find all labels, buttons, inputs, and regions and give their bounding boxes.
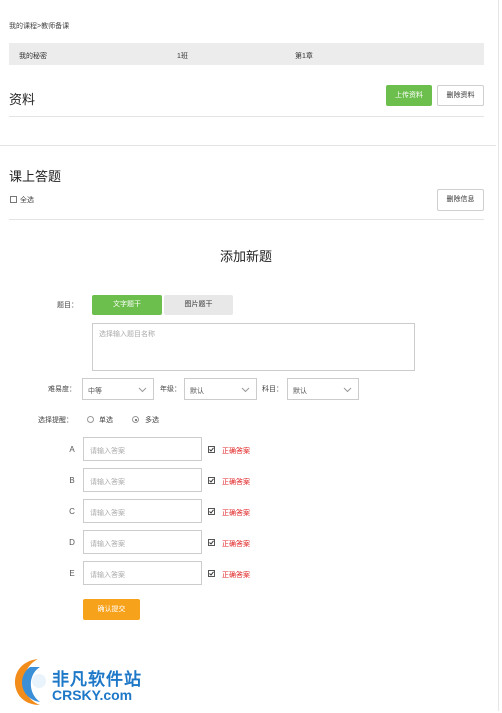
- check-icon: [209, 509, 214, 514]
- answer-placeholder: 请输入答案: [90, 572, 125, 579]
- selection-label: 选择提醒：: [38, 417, 73, 424]
- breadcrumb[interactable]: 我的课程>教师备课: [9, 21, 69, 31]
- grade-select[interactable]: 默认: [184, 378, 257, 400]
- question-label: 题目：: [57, 302, 78, 309]
- check-icon: [209, 540, 214, 545]
- subject-label: 科目：: [262, 386, 283, 393]
- info-chapter: 第1章: [295, 53, 313, 60]
- correct-checkbox-a[interactable]: [208, 446, 215, 453]
- delete-materials-button[interactable]: 删除资料: [437, 85, 484, 106]
- check-icon: [209, 478, 214, 483]
- option-letter: C: [69, 507, 75, 516]
- materials-title: 资料: [9, 92, 36, 107]
- submit-button[interactable]: 确认提交: [83, 599, 140, 620]
- correct-answer-label: 正确答案: [222, 510, 250, 517]
- tab-text-stem[interactable]: 文字题干: [92, 295, 162, 315]
- quiz-title: 课上答题: [9, 169, 62, 184]
- section-separator: [0, 145, 496, 146]
- info-class: 1班: [177, 53, 188, 60]
- divider: [9, 219, 484, 220]
- answer-placeholder: 请输入答案: [90, 510, 125, 517]
- chevron-down-icon: [343, 387, 352, 393]
- answer-input-e[interactable]: 请输入答案: [83, 561, 202, 585]
- correct-checkbox-d[interactable]: [208, 539, 215, 546]
- select-all-checkbox[interactable]: [10, 196, 17, 203]
- difficulty-select[interactable]: 中等: [82, 378, 154, 400]
- upload-materials-button[interactable]: 上传资料: [386, 85, 432, 106]
- scrollbar-track[interactable]: [498, 0, 499, 711]
- select-all-label: 全选: [20, 197, 34, 204]
- single-choice-label: 单选: [99, 417, 113, 424]
- info-course-name: 我的秘密: [19, 53, 47, 60]
- answer-placeholder: 请输入答案: [90, 448, 125, 455]
- chevron-down-icon: [241, 387, 250, 393]
- question-name-textarea[interactable]: 选择输入题目名称: [92, 323, 415, 371]
- tab-image-stem[interactable]: 图片题干: [164, 295, 233, 315]
- correct-answer-label: 正确答案: [222, 541, 250, 548]
- correct-answer-label: 正确答案: [222, 572, 250, 579]
- answer-input-d[interactable]: 请输入答案: [83, 530, 202, 554]
- answer-input-b[interactable]: 请输入答案: [83, 468, 202, 492]
- multi-choice-label: 多选: [145, 417, 159, 424]
- answer-input-c[interactable]: 请输入答案: [83, 499, 202, 523]
- answer-placeholder: 请输入答案: [90, 479, 125, 486]
- difficulty-value: 中等: [88, 388, 102, 395]
- option-letter: E: [69, 569, 75, 578]
- subject-select[interactable]: 默认: [287, 378, 359, 400]
- grade-label: 年级：: [160, 386, 181, 393]
- subject-value: 默认: [293, 388, 307, 395]
- answer-placeholder: 请输入答案: [90, 541, 125, 548]
- difficulty-label: 难易度：: [48, 386, 76, 393]
- correct-answer-label: 正确答案: [222, 448, 250, 455]
- option-letter: B: [69, 476, 75, 485]
- correct-checkbox-c[interactable]: [208, 508, 215, 515]
- chevron-down-icon: [138, 387, 147, 393]
- check-icon: [209, 447, 214, 452]
- option-letter: D: [69, 538, 75, 547]
- multi-choice-radio[interactable]: [132, 416, 139, 423]
- question-placeholder: 选择输入题目名称: [99, 331, 155, 338]
- correct-answer-label: 正确答案: [222, 479, 250, 486]
- course-info-bar: 我的秘密 1班 第1章: [9, 43, 484, 65]
- single-choice-radio[interactable]: [87, 416, 94, 423]
- delete-info-button[interactable]: 删除信息: [437, 189, 484, 211]
- answer-input-a[interactable]: 请输入答案: [83, 437, 202, 461]
- grade-value: 默认: [190, 388, 204, 395]
- check-icon: [209, 571, 214, 576]
- form-title: 添加新题: [220, 249, 273, 264]
- correct-checkbox-e[interactable]: [208, 570, 215, 577]
- watermark-url: CRSKY.com: [52, 687, 133, 703]
- correct-checkbox-b[interactable]: [208, 477, 215, 484]
- divider: [9, 116, 484, 117]
- site-watermark-logo: 非凡软件站 CRSKY.com: [0, 651, 160, 711]
- option-letter: A: [69, 445, 75, 454]
